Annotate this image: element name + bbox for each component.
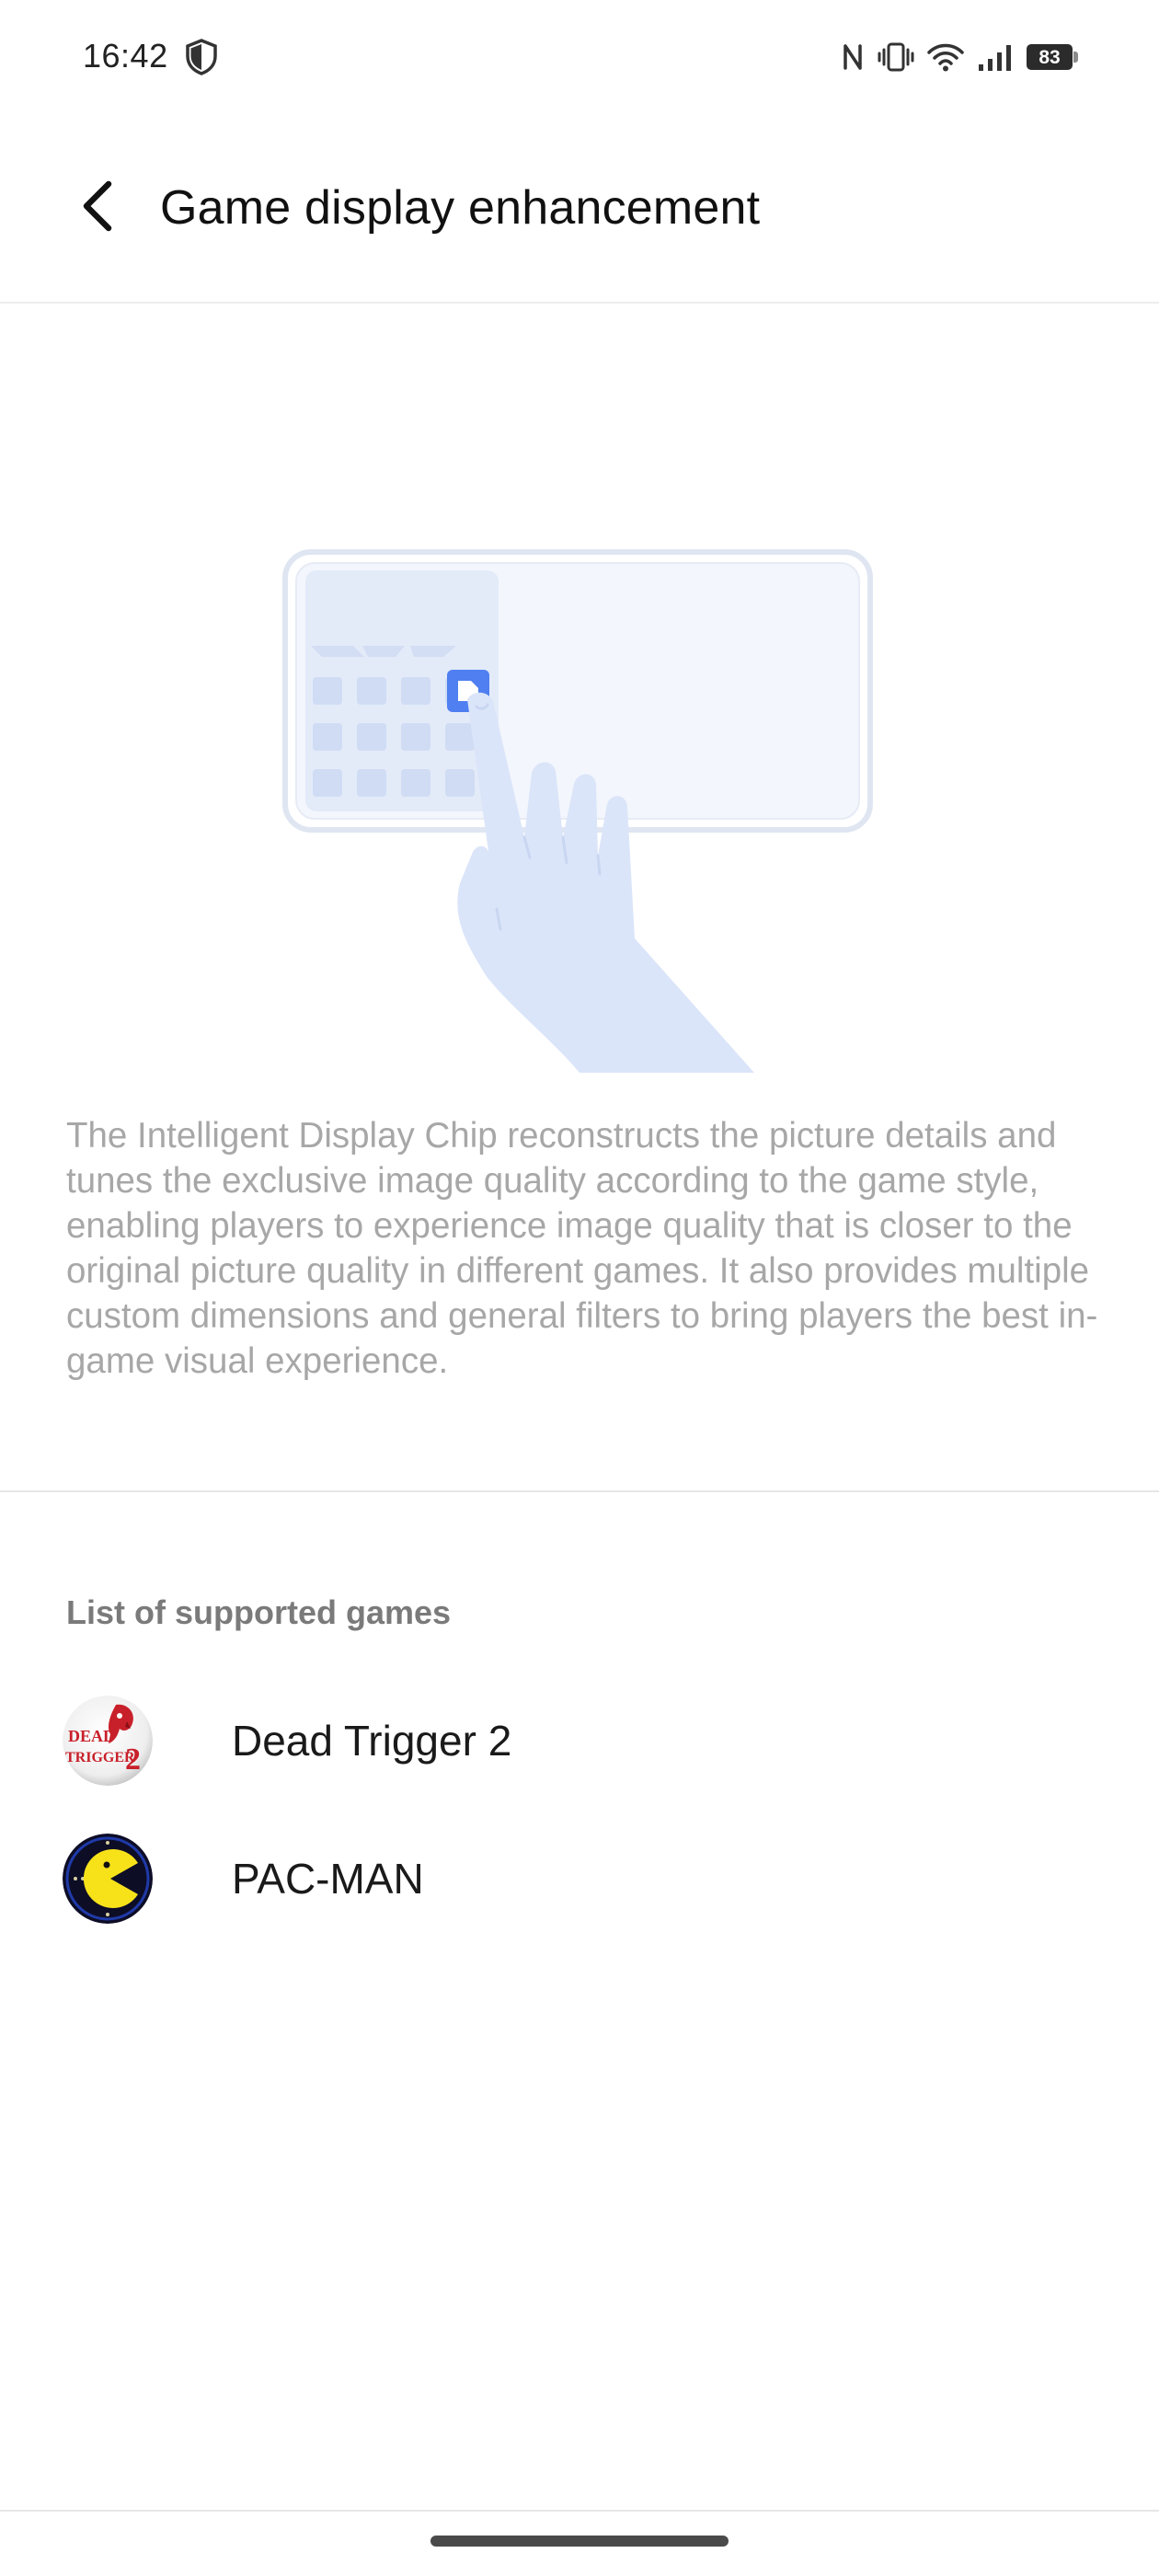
game-name: Dead Trigger 2 [232, 1717, 512, 1765]
status-time: 16:42 [83, 37, 168, 75]
feature-description: The Intelligent Display Chip reconstruct… [66, 1116, 1098, 1381]
nav-divider [0, 2510, 1159, 2512]
signal-icon [977, 42, 1014, 72]
hero-illustration [276, 543, 883, 1076]
dead-trigger-icon-text-1: DEAD [68, 1727, 115, 1745]
back-arrow-icon [83, 180, 112, 232]
battery-icon: 83 [1027, 43, 1078, 71]
game-name: PAC-MAN [232, 1855, 424, 1903]
supported-games-header: List of supported games [66, 1593, 452, 1631]
dead-trigger-icon-text-3: 2 [125, 1742, 141, 1777]
status-icons: 83 [841, 37, 1078, 77]
shield-icon [184, 39, 219, 75]
dead-trigger-2-icon: DEAD TRIGGER 2 [63, 1696, 153, 1786]
back-button[interactable] [61, 169, 134, 243]
app-bar: Game display enhancement [0, 114, 1159, 304]
game-item-dead-trigger-2[interactable]: DEAD TRIGGER 2 Dead Trigger 2 [0, 1676, 1159, 1805]
status-bar: 16:42 83 [0, 0, 1159, 114]
divider [0, 1490, 1159, 1492]
nfc-icon [841, 42, 865, 72]
game-item-pac-man[interactable]: PAC-MAN [0, 1814, 1159, 1943]
vibrate-icon [878, 41, 914, 73]
wifi-icon [927, 42, 964, 72]
home-indicator[interactable] [430, 2536, 729, 2547]
page-title: Game display enhancement [160, 181, 761, 235]
pac-man-icon [63, 1834, 153, 1924]
battery-level: 83 [1027, 44, 1073, 70]
